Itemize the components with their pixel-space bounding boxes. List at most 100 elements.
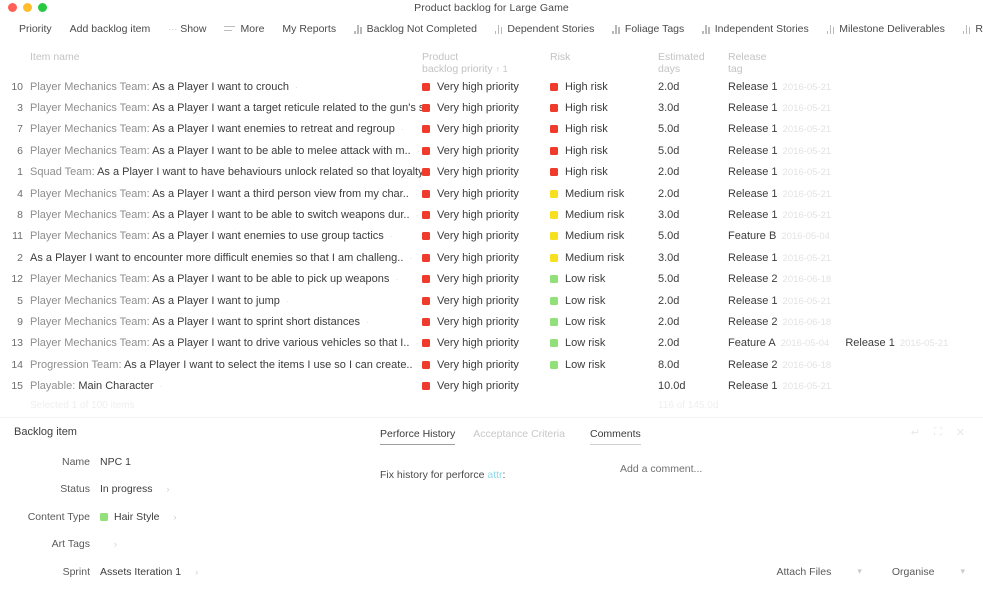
table-row[interactable]: 1Squad Team: As a Player I want to have … [0,162,983,183]
column-header-item-name[interactable]: Item name [30,51,422,63]
row-estimated-days[interactable]: 8.0d [658,359,728,371]
field-value[interactable]: In progress› [100,483,218,495]
table-row[interactable]: 15Playable: Main Character·Very high pri… [0,375,983,396]
close-icon[interactable]: ✕ [956,426,965,439]
row-name-cell[interactable]: Player Mechanics Team: As a Player I wan… [30,230,422,242]
toolbar-item-backlog-not-completed[interactable]: Backlog Not Completed [345,21,486,37]
row-priority-cell[interactable]: Very high priority [422,209,550,221]
row-priority-cell[interactable]: Very high priority [422,295,550,307]
row-estimated-days[interactable]: 2.0d [658,188,728,200]
row-risk-cell[interactable]: Low risk [550,295,658,307]
add-comment-input[interactable]: Add a comment... [620,463,983,475]
toolbar-item-release-1-status[interactable]: Release 1 Status [954,21,983,37]
table-row[interactable]: 3Player Mechanics Team: As a Player I wa… [0,97,983,118]
table-row[interactable]: 5Player Mechanics Team: As a Player I wa… [0,290,983,311]
column-header-risk[interactable]: Risk [550,51,658,63]
toolbar-item-my-reports[interactable]: My Reports [273,21,345,37]
row-release-tag-cell[interactable]: Release 12016-05-21 [728,209,968,221]
row-risk-cell[interactable]: High risk [550,81,658,93]
minimize-window-button[interactable] [23,3,32,12]
row-release-tag-cell[interactable]: Release 12016-05-21 [728,252,968,264]
toolbar-item-add-backlog-item[interactable]: Add backlog item [61,21,160,37]
row-release-tag-cell[interactable]: Feature B2016-05-04 [728,230,968,242]
table-row[interactable]: 12Player Mechanics Team: As a Player I w… [0,269,983,290]
row-priority-cell[interactable]: Very high priority [422,81,550,93]
row-priority-cell[interactable]: Very high priority [422,166,550,178]
field-value[interactable]: Assets Iteration 1› [100,566,218,578]
row-risk-cell[interactable]: Medium risk [550,230,658,242]
row-risk-cell[interactable]: Medium risk [550,209,658,221]
history-link[interactable]: attr [487,469,502,481]
row-risk-cell[interactable]: High risk [550,145,658,157]
row-estimated-days[interactable]: 2.0d [658,337,728,349]
row-estimated-days[interactable]: 2.0d [658,316,728,328]
table-row[interactable]: 13Player Mechanics Team: As a Player I w… [0,333,983,354]
table-row[interactable]: 14Progression Team: As a Player I want t… [0,354,983,375]
attach-files-button[interactable]: Attach Files ▾ [776,566,861,578]
toolbar-item-priority[interactable]: Priority [10,21,61,37]
row-estimated-days[interactable]: 5.0d [658,273,728,285]
row-release-tag-cell[interactable]: Release 22016-06-18 [728,359,968,371]
row-name-cell[interactable]: Player Mechanics Team: As a Player I wan… [30,316,422,328]
row-estimated-days[interactable]: 5.0d [658,145,728,157]
expand-icon[interactable]: ⛶ [934,426,942,439]
column-header-release-tag[interactable]: Releasetag [728,51,968,75]
row-name-cell[interactable]: Player Mechanics Team: As a Player I wan… [30,102,422,114]
table-row[interactable]: 11Player Mechanics Team: As a Player I w… [0,226,983,247]
row-release-tag-cell[interactable]: Release 22016-06-18 [728,273,968,285]
row-release-tag-cell[interactable]: Feature A2016-05-04Release 12016-05-21 [728,337,968,349]
row-name-cell[interactable]: Player Mechanics Team: As a Player I wan… [30,123,422,135]
table-row[interactable]: 6Player Mechanics Team: As a Player I wa… [0,140,983,161]
row-name-cell[interactable]: Player Mechanics Team: As a Player I wan… [30,145,422,157]
row-priority-cell[interactable]: Very high priority [422,316,550,328]
row-risk-cell[interactable]: High risk [550,166,658,178]
row-risk-cell[interactable]: Low risk [550,316,658,328]
field-value[interactable]: NPC 1 [100,456,218,468]
row-release-tag-cell[interactable]: Release 22016-06-18 [728,316,968,328]
row-release-tag-cell[interactable]: Release 12016-05-21 [728,81,968,93]
row-estimated-days[interactable]: 2.0d [658,166,728,178]
row-release-tag-cell[interactable]: Release 12016-05-21 [728,145,968,157]
row-risk-cell[interactable]: Low risk [550,337,658,349]
row-estimated-days[interactable]: 10.0d [658,380,728,392]
toolbar-item-dependent-stories[interactable]: Dependent Stories [486,21,603,37]
table-row[interactable]: 2As a Player I want to encounter more di… [0,247,983,268]
chevron-right-icon[interactable]: › [174,512,177,522]
row-priority-cell[interactable]: Very high priority [422,230,550,242]
toolbar-item-show[interactable]: ⋯Show [159,21,215,37]
row-risk-cell[interactable]: Low risk [550,273,658,285]
row-priority-cell[interactable]: Very high priority [422,273,550,285]
row-release-tag-cell[interactable]: Release 12016-05-21 [728,102,968,114]
row-estimated-days[interactable]: 5.0d [658,123,728,135]
row-estimated-days[interactable]: 3.0d [658,102,728,114]
row-release-tag-cell[interactable]: Release 12016-05-21 [728,166,968,178]
table-row[interactable]: 9Player Mechanics Team: As a Player I wa… [0,311,983,332]
field-value[interactable]: › [100,539,218,549]
row-priority-cell[interactable]: Very high priority [422,337,550,349]
column-header-priority[interactable]: Productbacklog priority↑ 1 [422,51,550,75]
chevron-right-icon[interactable]: › [195,567,198,577]
row-name-cell[interactable]: Player Mechanics Team: As a Player I wan… [30,81,422,93]
row-name-cell[interactable]: Playable: Main Character· [30,380,422,392]
popout-icon[interactable]: ↵ [911,426,920,439]
chevron-right-icon[interactable]: › [114,539,117,549]
row-risk-cell[interactable]: Medium risk [550,188,658,200]
row-name-cell[interactable]: Player Mechanics Team: As a Player I wan… [30,188,422,200]
row-name-cell[interactable]: Player Mechanics Team: As a Player I wan… [30,209,422,221]
row-priority-cell[interactable]: Very high priority [422,188,550,200]
row-risk-cell[interactable]: Medium risk [550,252,658,264]
row-priority-cell[interactable]: Very high priority [422,380,550,392]
row-release-tag-cell[interactable]: Release 12016-05-21 [728,380,968,392]
toolbar-item-more[interactable]: More [215,21,273,37]
row-estimated-days[interactable]: 2.0d [658,81,728,93]
close-window-button[interactable] [8,3,17,12]
table-row[interactable]: 7Player Mechanics Team: As a Player I wa… [0,119,983,140]
row-priority-cell[interactable]: Very high priority [422,102,550,114]
organise-button[interactable]: Organise ▾ [892,566,965,578]
row-name-cell[interactable]: Squad Team: As a Player I want to have b… [30,166,422,178]
row-risk-cell[interactable]: High risk [550,123,658,135]
tab-acceptance-criteria[interactable]: Acceptance Criteria [473,428,565,445]
field-value[interactable]: Hair Style› [100,511,218,523]
toolbar-item-independent-stories[interactable]: Independent Stories [693,21,818,37]
row-risk-cell[interactable]: Low risk [550,359,658,371]
